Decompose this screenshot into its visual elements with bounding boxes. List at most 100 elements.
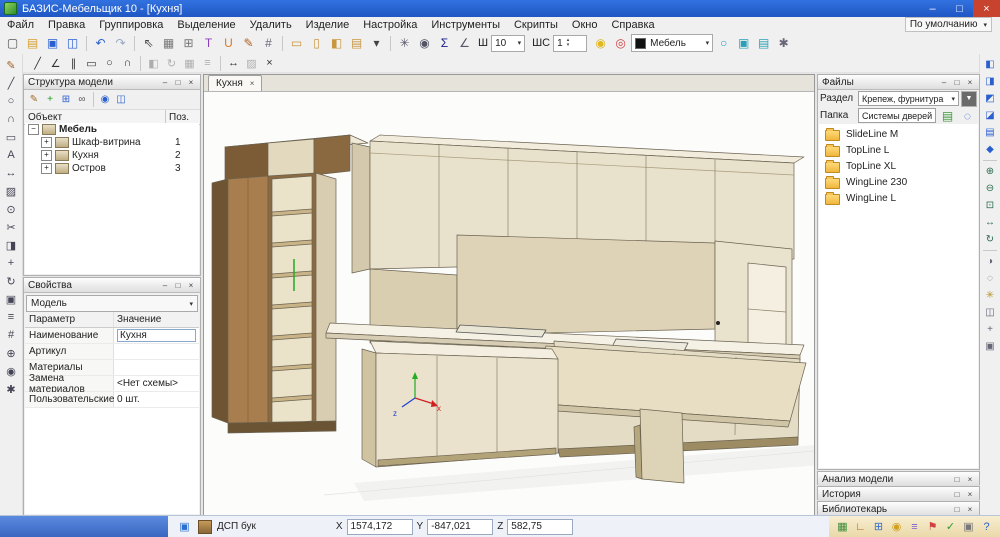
flag-icon[interactable]: ⚑ [924,518,941,535]
menu-settings[interactable]: Настройка [356,19,424,31]
panel-float-icon[interactable]: □ [952,78,962,87]
lamp-icon[interactable]: ◉ [591,34,610,53]
expander-icon[interactable]: + [41,150,52,161]
grid-toggle-icon[interactable]: ⊞ [870,518,887,535]
shaded-icon[interactable]: ◑ [982,253,999,270]
menu-edit[interactable]: Правка [41,19,92,31]
seam-width-input[interactable]: 1 ▴ ▾ [553,35,587,52]
light-icon[interactable]: ✳ [982,287,999,304]
section-icon[interactable]: ◫ [982,304,999,321]
tab-close-icon[interactable]: × [250,79,255,88]
panel-float-icon[interactable]: □ [173,78,183,87]
expander-icon[interactable]: − [28,124,39,135]
arc-icon[interactable]: ∩ [119,55,136,72]
zoom-icon[interactable]: ○ [714,34,733,53]
drill-icon[interactable]: ◉ [415,34,434,53]
rect-tool-icon[interactable]: ▭ [2,128,20,146]
panel-tool-icon[interactable]: ▭ [287,34,306,53]
column-object[interactable]: Объект [24,110,166,124]
profile-tool-icon[interactable]: U [219,34,238,53]
node-icon[interactable]: ⊙ [2,200,20,218]
view-front-icon[interactable]: ◧ [982,56,999,73]
rotate-icon[interactable]: ↻ [163,55,180,72]
stack-icon[interactable]: ≡ [2,308,20,326]
gear-icon[interactable]: ✱ [2,380,20,398]
furniture-combo[interactable]: Мебель ▾ [631,34,713,52]
panel-close-icon[interactable]: × [965,475,975,484]
panel-minimize-icon[interactable]: – [939,78,949,87]
osnap-icon[interactable]: ◉ [888,518,905,535]
property-row-custom[interactable]: Пользовательские 0 шт. [25,392,199,408]
display-icon[interactable]: ▣ [734,34,753,53]
layer-set-icon[interactable]: ▤ [754,34,773,53]
rect-icon[interactable]: ▭ [83,55,100,72]
orbit-icon[interactable]: ↻ [982,231,999,248]
filter-button[interactable]: ▼ [961,91,977,107]
trim-icon[interactable]: ✂ [2,218,20,236]
ortho-icon[interactable]: ∟ [852,518,869,535]
wireframe-icon[interactable]: ◌ [982,270,999,287]
panel-close-icon[interactable]: × [965,505,975,514]
menu-tools[interactable]: Инструменты [424,19,507,31]
panel-float-icon[interactable]: □ [952,505,962,514]
new-file-icon[interactable]: ▢ [3,34,22,53]
panel-close-icon[interactable]: × [965,490,975,499]
spinner[interactable]: ▴ ▾ [567,38,570,48]
hatch-tool-icon[interactable]: ▨ [2,182,20,200]
file-item[interactable]: WingLine L [819,190,978,206]
measure-icon[interactable]: # [2,326,20,344]
fastener-icon[interactable]: ✳ [395,34,414,53]
polyline-icon[interactable]: ∠ [47,55,64,72]
axes-icon[interactable]: + [982,321,999,338]
zoom-in-icon[interactable]: ⊕ [982,163,999,180]
file-item[interactable]: WingLine 230 [819,174,978,190]
property-row-name[interactable]: Наименование Кухня [25,328,199,344]
zoom-all-icon[interactable]: ⊡ [982,197,999,214]
menu-grouping[interactable]: Группировка [92,19,170,31]
name-edit-field[interactable]: Кухня [117,329,196,342]
lock-icon[interactable]: ▣ [960,518,977,535]
current-material[interactable]: ▣ ДСП бук [168,518,264,535]
tall-cabinet[interactable] [212,135,368,433]
model-add-icon[interactable]: + [42,92,58,108]
open-folder-icon[interactable]: ▤ [23,34,42,53]
save-as-icon[interactable]: ◫ [63,34,82,53]
model-edit-icon[interactable]: ✎ [26,92,42,108]
dropdown-icon[interactable]: ▾ [189,300,193,308]
property-row-article[interactable]: Артикул [25,344,199,360]
menu-selection[interactable]: Выделение [170,19,242,31]
text2-icon[interactable]: A [2,146,20,164]
panel-float-icon[interactable]: □ [173,281,183,290]
mirror-icon[interactable]: ◧ [145,55,162,72]
view-left-icon[interactable]: ◩ [982,90,999,107]
panel-close-icon[interactable]: × [186,78,196,87]
properties-scope-combo[interactable]: Модель ▾ [26,295,198,312]
arc-tool-icon[interactable]: ∩ [2,110,20,128]
width-input[interactable]: 10 ▾ [491,35,525,52]
property-row-material-replace[interactable]: Замена материалов <Нет схемы> [25,376,199,392]
pin-icon[interactable]: ◎ [611,34,630,53]
profile-combo[interactable]: По умолчанию ▾ [905,17,992,32]
erase-icon[interactable]: × [261,55,278,72]
cabinet-tool-icon[interactable]: ◧ [327,34,346,53]
window-minimize-button[interactable]: – [919,0,946,17]
column-pos[interactable]: Поз. [166,112,200,123]
shelf-tool-icon[interactable]: ▤ [347,34,366,53]
search-icon[interactable]: ◌ [958,106,977,125]
panel-minimize-icon[interactable]: – [160,281,170,290]
parallel-icon[interactable]: ∥ [65,55,82,72]
mirror-tool-icon[interactable]: ◨ [2,236,20,254]
undo-icon[interactable]: ↶ [91,34,110,53]
model-link-icon[interactable]: ∞ [74,92,90,108]
tab-kitchen[interactable]: Кухня × [208,75,262,91]
rotate-tool-icon[interactable]: ↻ [2,272,20,290]
camera-icon[interactable]: ▣ [982,338,999,355]
file-item[interactable]: TopLine L [819,142,978,158]
menu-window[interactable]: Окно [565,19,605,31]
model-scheme-icon[interactable]: ⊞ [58,92,74,108]
group-tool-icon[interactable]: ▣ [2,290,20,308]
line-icon[interactable]: ╱ [29,55,46,72]
view-iso-icon[interactable]: ◆ [982,141,999,158]
more-panels-icon[interactable]: ▾ [367,34,386,53]
spin-down-icon[interactable]: ▾ [567,43,570,48]
